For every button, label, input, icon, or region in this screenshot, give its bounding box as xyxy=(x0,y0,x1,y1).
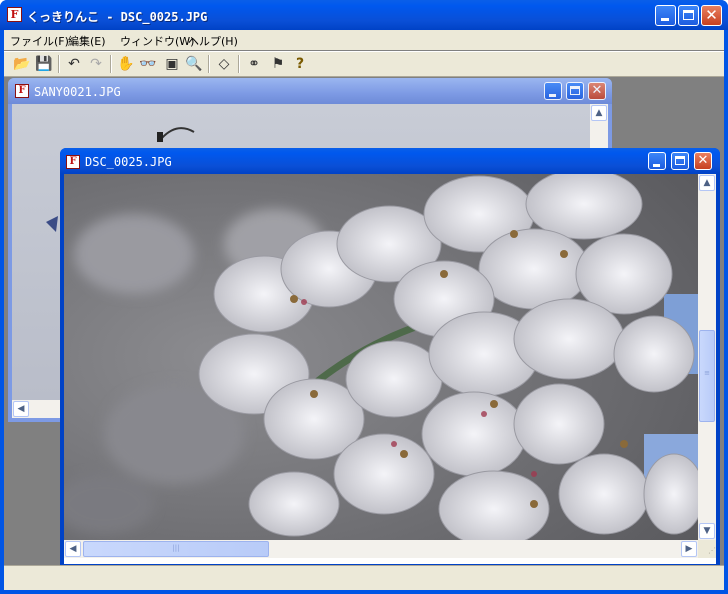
redo-icon: ↷ xyxy=(90,56,102,72)
maximize-icon xyxy=(683,10,694,20)
scroll-down-arrow[interactable]: ▼ xyxy=(699,523,715,539)
scroll-up-arrow[interactable]: ▲ xyxy=(699,175,715,191)
window-icon[interactable]: F xyxy=(15,84,29,98)
toolbar-separator xyxy=(58,55,60,73)
hand-icon: ✋ xyxy=(117,56,135,72)
status-bar xyxy=(4,565,724,590)
close-button[interactable]: ✕ xyxy=(588,82,606,100)
save-icon: 💾 xyxy=(35,56,53,72)
window-title: DSC_0025.JPG xyxy=(85,155,172,169)
eraser-icon: ◇ xyxy=(218,56,230,72)
window-title-bar[interactable]: F DSC_0025.JPG ✕ xyxy=(60,148,720,174)
menu-file[interactable]: ファイル(F) xyxy=(10,33,69,49)
open-button[interactable]: 📂 xyxy=(12,54,32,74)
binoculars-button[interactable]: ⚭ xyxy=(244,54,264,74)
app-title-bar[interactable]: F くっきりんこ - DSC_0025.JPG ✕ xyxy=(0,0,728,30)
photo-image xyxy=(64,174,698,540)
toolbar: 📂 💾 ↶ ↷ ✋ 👓 ▣ 🔍 ◇ ⚭ ⚑ ? xyxy=(4,51,724,77)
menu-bar: ファイル(F) 編集(E) ウィンドウ(W) ヘルプ(H) xyxy=(4,30,724,50)
binoculars-icon: ⚭ xyxy=(248,56,260,72)
eraser-button[interactable]: ◇ xyxy=(214,54,234,74)
image-window-dsc0025: F DSC_0025.JPG ✕ ▲ ≡ ▼ ◀ ||| ▶ ⋰ xyxy=(60,148,720,568)
scroll-grip-icon: ≡ xyxy=(704,369,710,377)
close-icon: ✕ xyxy=(697,153,709,168)
fit-window-icon: ▣ xyxy=(165,56,179,72)
scroll-left-arrow[interactable]: ◀ xyxy=(65,541,81,557)
size-grip-icon[interactable]: ⋰ xyxy=(698,540,716,558)
minimize-icon xyxy=(549,94,556,97)
maximize-button[interactable] xyxy=(678,5,699,26)
app-client-area: ファイル(F) 編集(E) ウィンドウ(W) ヘルプ(H) 📂 💾 ↶ ↷ ✋ … xyxy=(4,30,724,590)
help-button[interactable]: ? xyxy=(290,54,310,74)
app-icon[interactable]: F xyxy=(7,7,22,22)
window-icon[interactable]: F xyxy=(66,155,80,169)
vertical-scroll-thumb[interactable]: ≡ xyxy=(699,330,715,422)
hand-button[interactable]: ✋ xyxy=(116,54,136,74)
mdi-workspace: F SANY0021.JPG ✕ ▲ ◀ F DSC_0025.JPG ✕ ▲ … xyxy=(4,78,724,568)
toolbar-separator xyxy=(208,55,210,73)
glasses-icon: 👓 xyxy=(139,56,157,72)
help-pointer-button[interactable]: ⚑ xyxy=(268,54,288,74)
toolbar-separator xyxy=(110,55,112,73)
vertical-scrollbar[interactable]: ▲ ≡ ▼ xyxy=(698,174,716,540)
maximize-button[interactable] xyxy=(671,152,689,170)
scroll-grip-icon: ||| xyxy=(172,544,180,552)
close-button[interactable]: ✕ xyxy=(701,5,722,26)
window-title: SANY0021.JPG xyxy=(34,85,121,99)
save-button[interactable]: 💾 xyxy=(34,54,54,74)
help-pointer-icon: ⚑ xyxy=(271,56,285,72)
fit-window-button[interactable]: ▣ xyxy=(162,54,182,74)
undo-icon: ↶ xyxy=(68,56,80,72)
minimize-button[interactable] xyxy=(648,152,666,170)
window-title-bar[interactable]: F SANY0021.JPG ✕ xyxy=(8,78,612,104)
maximize-button[interactable] xyxy=(566,82,584,100)
close-icon: ✕ xyxy=(705,6,718,24)
minimize-button[interactable] xyxy=(655,5,676,26)
image-canvas[interactable]: ▲ ≡ ▼ ◀ ||| ▶ ⋰ xyxy=(64,174,716,564)
minimize-button[interactable] xyxy=(544,82,562,100)
horizontal-scroll-thumb[interactable]: ||| xyxy=(83,541,269,557)
app-window: F くっきりんこ - DSC_0025.JPG ✕ ファイル(F) 編集(E) … xyxy=(0,0,728,594)
glasses-button[interactable]: 👓 xyxy=(138,54,158,74)
horizontal-scrollbar[interactable]: ◀ ||| ▶ xyxy=(64,540,698,558)
help-icon: ? xyxy=(295,56,305,72)
toolbar-separator xyxy=(238,55,240,73)
menu-window[interactable]: ウィンドウ(W) xyxy=(120,33,194,49)
redo-button[interactable]: ↷ xyxy=(86,54,106,74)
zoom-button[interactable]: 🔍 xyxy=(184,54,204,74)
scroll-right-arrow[interactable]: ▶ xyxy=(681,541,697,557)
menu-help[interactable]: ヘルプ(H) xyxy=(188,33,238,49)
zoom-icon: 🔍 xyxy=(185,56,203,72)
scroll-left-arrow[interactable]: ◀ xyxy=(13,401,29,417)
maximize-icon xyxy=(570,86,580,95)
undo-button[interactable]: ↶ xyxy=(64,54,84,74)
menu-edit[interactable]: 編集(E) xyxy=(68,33,106,49)
open-icon: 📂 xyxy=(13,56,31,72)
scroll-up-arrow[interactable]: ▲ xyxy=(591,105,607,121)
minimize-icon xyxy=(661,18,669,21)
close-button[interactable]: ✕ xyxy=(694,152,712,170)
minimize-icon xyxy=(653,164,660,167)
maximize-icon xyxy=(675,156,685,165)
close-icon: ✕ xyxy=(591,83,603,98)
app-title: くっきりんこ - DSC_0025.JPG xyxy=(27,10,208,24)
